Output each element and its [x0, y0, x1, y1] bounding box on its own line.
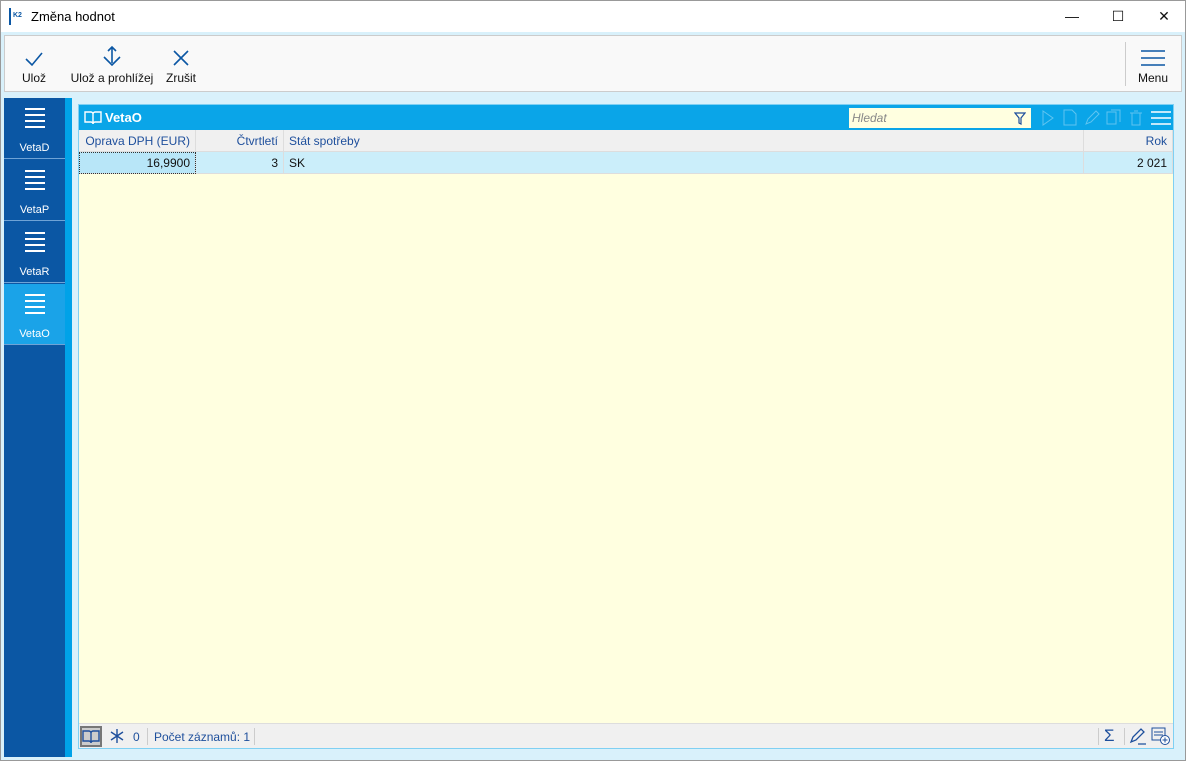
menu-label: Menu — [1137, 71, 1169, 85]
close-icon — [173, 50, 189, 66]
menu-button[interactable]: Menu — [1133, 36, 1173, 91]
divider — [1098, 728, 1099, 745]
column-header[interactable]: Stát spotřeby — [284, 130, 1084, 152]
panel-title: VetaO — [105, 110, 142, 125]
search-placeholder: Hledat — [852, 111, 887, 125]
book-view-button[interactable] — [80, 726, 102, 747]
sidebar-item-label: VetaR — [19, 266, 50, 278]
sidebar-item-vetar[interactable]: VetaR — [4, 222, 65, 283]
sidebar-item-vetad[interactable]: VetaD — [4, 98, 65, 159]
save-and-view-button[interactable]: Ulož a prohlížej — [65, 36, 159, 91]
edit-icon[interactable] — [1129, 728, 1147, 745]
delete-icon[interactable] — [1127, 109, 1145, 126]
save-view-label: Ulož a prohlížej — [70, 71, 154, 85]
divider — [1125, 42, 1126, 86]
column-header[interactable]: Rok — [1084, 130, 1173, 152]
add-form-icon[interactable] — [1151, 727, 1171, 746]
toolbar: Ulož Ulož a prohlížej Zrušit Menu — [4, 35, 1182, 92]
new-document-icon[interactable] — [1061, 109, 1079, 126]
hamburger-icon[interactable] — [1151, 110, 1171, 126]
table-cell[interactable]: SK — [284, 152, 1084, 174]
window-title: Změna hodnot — [31, 9, 115, 24]
grid-panel: VetaO Hledat Oprava DPH (EUR) Čtvrtletí … — [78, 104, 1174, 749]
list-icon — [24, 232, 45, 256]
save-button[interactable]: Ulož — [17, 36, 51, 91]
title-bar: K2 Změna hodnot — ☐ ✕ — [0, 0, 1186, 32]
status-bar: 0 Počet záznamů: 1 Σ — [79, 723, 1173, 748]
sum-icon[interactable]: Σ — [1104, 726, 1115, 746]
sidebar-item-label: VetaP — [19, 204, 50, 216]
cancel-button[interactable]: Zrušit — [163, 36, 199, 91]
sidebar-item-label: VetaD — [19, 142, 50, 154]
divider — [147, 728, 148, 745]
divider — [1124, 728, 1125, 745]
table-cell[interactable]: 2 021 — [1084, 152, 1173, 174]
check-icon — [25, 52, 43, 67]
filter-icon[interactable] — [1014, 112, 1026, 125]
record-count: Počet záznamů: 1 — [154, 730, 251, 744]
list-icon — [24, 108, 45, 132]
edit-icon[interactable] — [1083, 109, 1101, 126]
cancel-label: Zrušit — [166, 71, 196, 85]
list-icon — [24, 294, 45, 318]
sidebar-item-vetao[interactable]: VetaO — [4, 284, 65, 345]
table-cell[interactable]: 16,9900 — [79, 152, 196, 174]
book-icon — [82, 730, 100, 744]
snowflake-icon[interactable] — [109, 728, 125, 744]
maximize-button[interactable]: ☐ — [1095, 1, 1141, 31]
play-icon[interactable] — [1039, 109, 1057, 126]
app-logo: K2 — [9, 8, 26, 25]
save-arrow-icon — [103, 45, 121, 67]
sidebar-strip — [65, 98, 72, 757]
column-header[interactable]: Čtvrtletí — [196, 130, 284, 152]
book-icon — [84, 111, 102, 125]
copy-icon[interactable] — [1105, 109, 1123, 126]
divider — [254, 728, 255, 745]
panel-header: VetaO Hledat — [79, 105, 1173, 130]
sidebar-item-label: VetaO — [19, 328, 50, 340]
save-label: Ulož — [21, 71, 46, 85]
list-icon — [24, 170, 45, 194]
table-cell[interactable]: 3 — [196, 152, 284, 174]
minimize-button[interactable]: — — [1049, 1, 1095, 31]
search-input[interactable]: Hledat — [849, 108, 1031, 128]
sidebar: VetaD VetaP VetaR VetaO — [4, 98, 65, 757]
close-button[interactable]: ✕ — [1141, 1, 1186, 31]
sidebar-item-vetap[interactable]: VetaP — [4, 160, 65, 221]
frozen-count: 0 — [133, 730, 140, 744]
column-header[interactable]: Oprava DPH (EUR) — [79, 130, 196, 152]
hamburger-icon — [1141, 50, 1165, 66]
